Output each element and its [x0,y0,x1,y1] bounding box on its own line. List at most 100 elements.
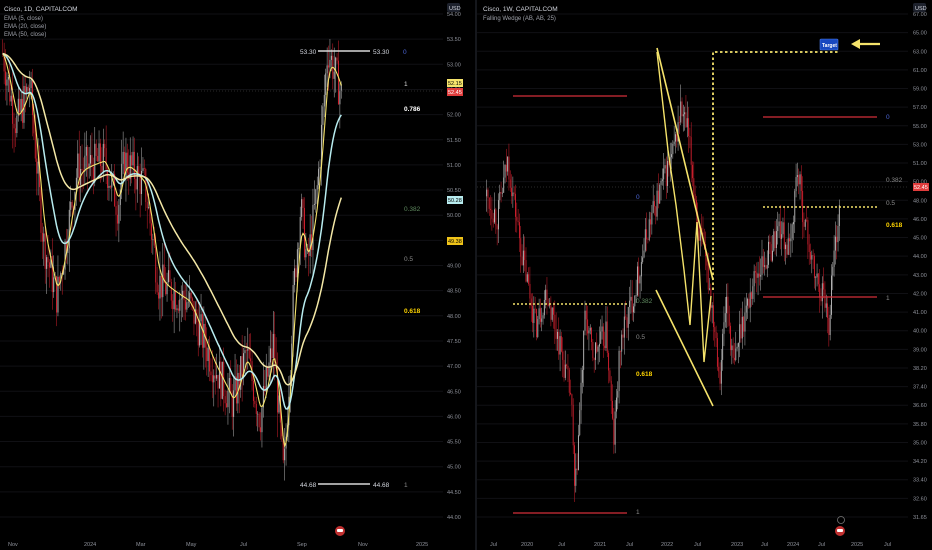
right-candle-body [652,201,654,213]
right-candle-body [659,184,661,204]
left-candle-body [193,300,195,324]
right-candle-body [571,394,573,405]
right-candle-body [542,315,544,319]
right-candle-body [667,161,669,186]
right-candle-body [507,156,509,172]
right-candle-body [524,250,526,261]
right-candle-body [732,345,734,358]
right-price-tick: 35.80 [913,422,927,428]
left-candle-body [122,151,124,164]
left-high-label: 53.30 [300,49,317,56]
left-indicator-ema50[interactable]: EMA (50, close) [4,32,46,38]
right-candle-body [798,175,800,185]
left-candle-body [274,333,276,363]
left-candle-body [237,372,239,404]
right-candle-body [495,209,497,226]
right-candle-body [660,180,662,185]
right-candle-body [775,231,777,249]
left-fib-0382: 0.382 [404,206,421,213]
left-fib-0: 0 [403,49,407,56]
left-fib-1-top: 1 [404,81,408,88]
left-candle-body [298,248,300,250]
left-price-tick: 49.00 [447,264,461,270]
right-candle-body [576,468,578,470]
right-time-tick: 2023 [731,542,743,548]
left-time-tick: Sep [297,542,307,548]
left-candle-body [71,201,73,208]
right-candle-body [819,284,821,298]
right-candle-body [707,265,709,290]
right-candle-body [828,317,830,336]
left-candle-body [254,400,256,404]
right-price-tick: 46.00 [913,217,927,223]
left-candle-body [91,155,93,167]
left-candle-body [84,155,86,172]
right-price-tick: 34.20 [913,459,927,465]
left-candle-body [186,302,188,310]
left-candle-body [182,290,184,299]
left-candle-body [5,71,7,86]
right-candle-body [709,288,711,290]
right-candle-body [644,229,646,251]
left-time-tick: May [186,542,197,548]
left-candle-body [7,76,9,80]
right-candle-body [499,191,501,201]
left-candle-body [138,166,140,174]
left-tradingview-logo-icon[interactable] [335,526,345,536]
right-candle-body [651,212,653,225]
left-candle-body [197,322,199,346]
left-candle-body [156,282,158,293]
right-price-tick: 33.40 [913,478,927,484]
right-time-tick: 2025 [851,542,863,548]
left-candle-body [173,290,175,310]
right-candle-body [745,305,747,313]
left-candle-body [316,185,318,190]
left-candle-body [284,448,286,461]
left-candle-body [177,308,179,311]
chart-canvas[interactable]: 54.0053.5053.0052.5052.0051.5051.0050.50… [0,0,932,550]
right-candle-body [671,154,672,158]
right-tradingview-logo-icon[interactable] [835,526,845,536]
left-candle-body [170,281,172,301]
left-candle-body [226,403,228,408]
right-candle-body [530,298,532,306]
right-price-tick: 51.00 [913,161,927,167]
right-candle-body [566,364,568,366]
right-candle-body [605,321,607,349]
right-fib-right-05: 0.5 [886,200,895,207]
right-fib-right-0382: 0.382 [886,177,903,184]
left-candle-body [175,290,177,310]
left-candle-body [160,275,162,298]
right-candle-body [773,231,775,251]
right-candle-body [618,350,620,392]
right-candle-body [807,220,809,245]
right-price-tick: 43.00 [913,273,927,279]
left-candle-body [180,298,182,300]
left-candle-body [339,90,341,105]
right-price-tick: 38.20 [913,366,927,372]
right-candle-body [541,318,543,322]
right-candle-body [625,316,627,318]
left-candle-body [46,257,48,269]
right-candle-body [619,350,621,352]
right-candle-body [504,164,506,178]
right-candle-body [560,336,562,352]
right-candle-body [765,265,767,269]
right-candle-body [572,404,574,446]
left-candle-body [301,199,303,217]
left-low-label: 44.68 [300,482,317,489]
right-indicator-wedge[interactable]: Falling Wedge (AB, AB, 25) [483,16,556,22]
right-candle-body [512,192,514,197]
right-candle-body [824,289,826,308]
right-fib-right-0: 0 [886,114,890,121]
right-candle-body [806,219,808,221]
right-candle-body [817,273,819,285]
left-indicator-ema20[interactable]: EMA (20, close) [4,24,46,30]
left-candle-body [312,204,314,251]
left-indicator-ema5[interactable]: EMA (5, close) [4,16,43,22]
right-candle-body [567,365,569,370]
right-candle-body [810,251,811,260]
left-candle-body [206,347,208,362]
right-candle-body [672,143,674,155]
right-time-tick: Jul [818,542,825,548]
